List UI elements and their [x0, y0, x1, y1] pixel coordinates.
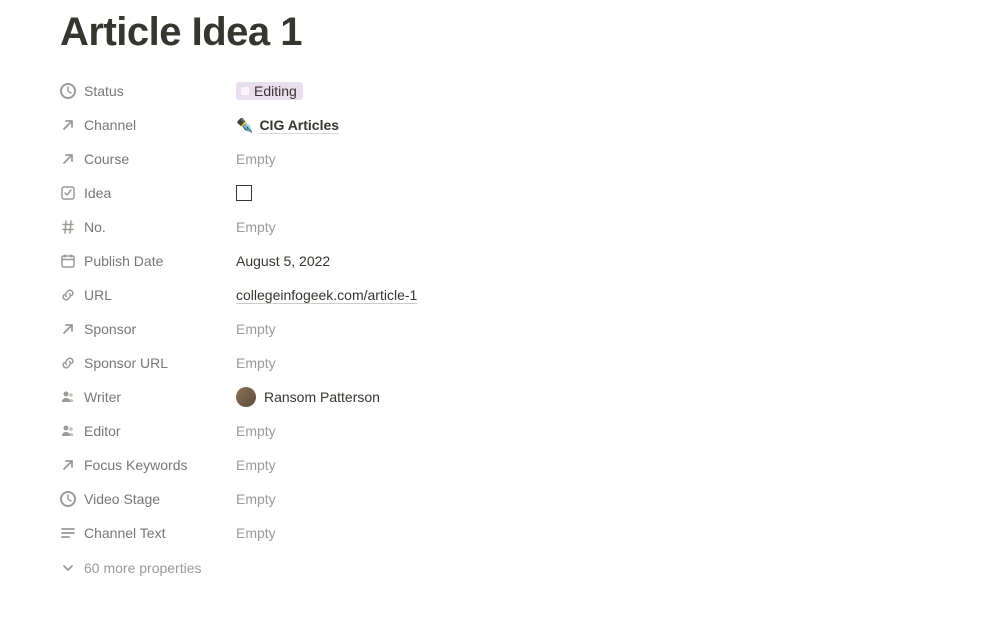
arrow-up-right-icon: [60, 321, 76, 337]
property-label-text: Sponsor URL: [84, 355, 168, 371]
property-value-channel-text[interactable]: Empty: [236, 525, 276, 541]
property-label-publish-date[interactable]: Publish Date: [60, 253, 236, 269]
property-label-no[interactable]: No.: [60, 219, 236, 235]
property-row-publish-date: Publish Date August 5, 2022: [60, 244, 940, 278]
property-label-text: No.: [84, 219, 106, 235]
property-value-editor[interactable]: Empty: [236, 423, 276, 439]
property-row-status: Status Editing: [60, 74, 940, 108]
property-label-text: Sponsor: [84, 321, 136, 337]
property-row-url: URL collegeinfogeek.com/article-1: [60, 278, 940, 312]
property-row-idea: Idea: [60, 176, 940, 210]
property-row-channel-text: Channel Text Empty: [60, 516, 940, 550]
property-value-publish-date[interactable]: August 5, 2022: [236, 253, 330, 269]
property-label-idea[interactable]: Idea: [60, 185, 236, 201]
relation-text: CIG Articles: [259, 117, 339, 133]
property-label-text: Channel: [84, 117, 136, 133]
property-value-writer[interactable]: Ransom Patterson: [236, 387, 380, 407]
avatar: [236, 387, 256, 407]
checkbox-unchecked[interactable]: [236, 185, 252, 201]
property-value-sponsor-url[interactable]: Empty: [236, 355, 276, 371]
property-label-text: Course: [84, 151, 129, 167]
arrow-up-right-icon: [60, 117, 76, 133]
status-icon: [60, 83, 76, 99]
property-value-url[interactable]: collegeinfogeek.com/article-1: [236, 287, 417, 303]
property-value-video-stage[interactable]: Empty: [236, 491, 276, 507]
status-tag: Editing: [236, 82, 303, 100]
arrow-up-right-icon: [60, 457, 76, 473]
calendar-icon: [60, 253, 76, 269]
property-label-writer[interactable]: Writer: [60, 389, 236, 405]
property-label-course[interactable]: Course: [60, 151, 236, 167]
person-icon: [60, 423, 76, 439]
property-label-text: URL: [84, 287, 112, 303]
property-label-url[interactable]: URL: [60, 287, 236, 303]
property-label-text: Focus Keywords: [84, 457, 187, 473]
property-label-channel-text[interactable]: Channel Text: [60, 525, 236, 541]
page-title[interactable]: Article Idea 1: [60, 8, 940, 56]
arrow-up-right-icon: [60, 151, 76, 167]
property-label-channel[interactable]: Channel: [60, 117, 236, 133]
relation-emoji: ✒️: [236, 117, 253, 134]
property-row-video-stage: Video Stage Empty: [60, 482, 940, 516]
property-value-course[interactable]: Empty: [236, 151, 276, 167]
property-label-text: Channel Text: [84, 525, 165, 541]
more-properties-toggle[interactable]: 60 more properties: [60, 556, 940, 580]
link-icon: [60, 287, 76, 303]
property-value-idea[interactable]: [236, 185, 252, 201]
text-icon: [60, 525, 76, 541]
property-row-channel: Channel ✒️ CIG Articles: [60, 108, 940, 142]
property-value-channel[interactable]: ✒️ CIG Articles: [236, 117, 339, 134]
property-label-text: Editor: [84, 423, 121, 439]
property-label-text: Publish Date: [84, 253, 163, 269]
property-label-video-stage[interactable]: Video Stage: [60, 491, 236, 507]
property-row-sponsor-url: Sponsor URL Empty: [60, 346, 940, 380]
property-label-status[interactable]: Status: [60, 83, 236, 99]
property-label-text: Video Stage: [84, 491, 160, 507]
number-icon: [60, 219, 76, 235]
property-row-writer: Writer Ransom Patterson: [60, 380, 940, 414]
chevron-down-icon: [60, 560, 76, 576]
property-label-focus-keywords[interactable]: Focus Keywords: [60, 457, 236, 473]
person-icon: [60, 389, 76, 405]
property-value-status[interactable]: Editing: [236, 82, 303, 100]
link-icon: [60, 355, 76, 371]
property-value-no[interactable]: Empty: [236, 219, 276, 235]
property-value-focus-keywords[interactable]: Empty: [236, 457, 276, 473]
property-row-course: Course Empty: [60, 142, 940, 176]
property-row-no: No. Empty: [60, 210, 940, 244]
property-value-sponsor[interactable]: Empty: [236, 321, 276, 337]
property-label-sponsor[interactable]: Sponsor: [60, 321, 236, 337]
property-label-text: Writer: [84, 389, 121, 405]
property-label-editor[interactable]: Editor: [60, 423, 236, 439]
property-row-sponsor: Sponsor Empty: [60, 312, 940, 346]
more-properties-label: 60 more properties: [84, 560, 202, 576]
status-icon: [60, 491, 76, 507]
checkbox-icon: [60, 185, 76, 201]
property-row-editor: Editor Empty: [60, 414, 940, 448]
property-label-text: Status: [84, 83, 124, 99]
property-row-focus-keywords: Focus Keywords Empty: [60, 448, 940, 482]
property-label-text: Idea: [84, 185, 111, 201]
property-label-sponsor-url[interactable]: Sponsor URL: [60, 355, 236, 371]
